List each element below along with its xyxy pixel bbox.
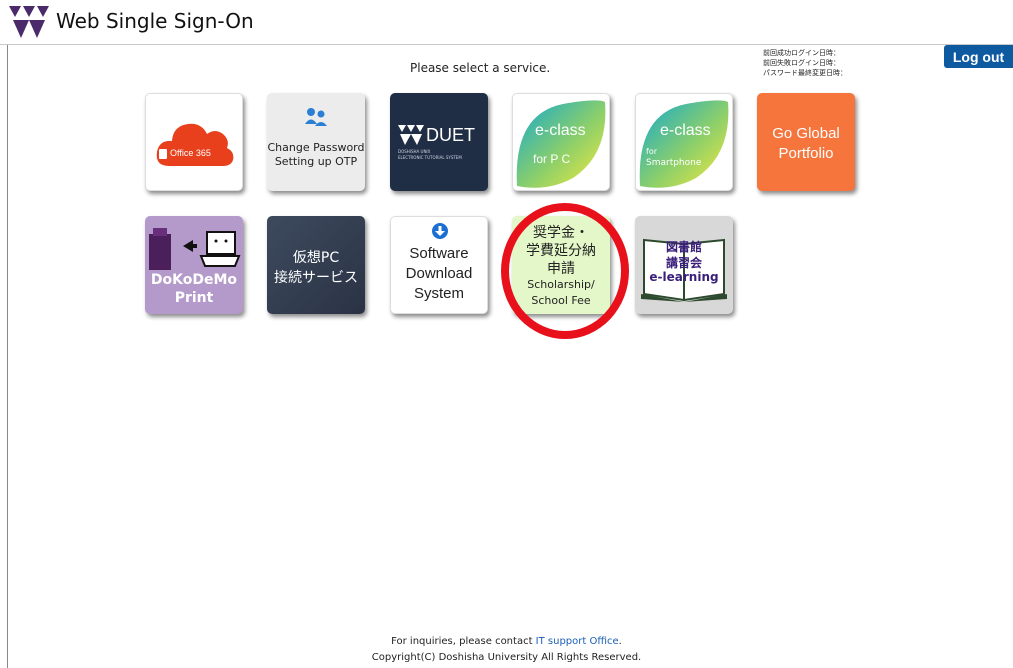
printer-to-pc-icon <box>149 228 241 270</box>
eclass-smartphone-tile[interactable]: e-class for Smartphone <box>635 93 733 191</box>
duet-sub-2: ELECTRONIC TUTORIAL SYSTEM <box>398 155 462 160</box>
setup-otp-label: Setting up OTP <box>274 155 358 168</box>
last-failed-login: 前回失敗ログイン日時： <box>763 59 840 67</box>
scholarship-line-4: Scholarship/ <box>527 278 595 291</box>
eclass-sp-for: for <box>646 147 657 156</box>
duet-sub-1: DOSHISHA UNIX <box>398 149 431 154</box>
eclass-sp-smartphone: Smartphone <box>646 158 702 168</box>
eclass-sp-title: e-class <box>660 122 711 139</box>
connection-service-label: 接続サービス <box>274 270 358 286</box>
footer-copyright: Copyright(C) Doshisha University All Rig… <box>371 652 642 663</box>
service-instruction: Please select a service. <box>410 61 551 75</box>
go-global-label: Go Global <box>772 125 840 142</box>
system-label: System <box>413 285 464 302</box>
last-success-login: 前回成功ログイン日時： <box>763 49 840 57</box>
it-support-link[interactable]: IT support Office <box>536 636 619 647</box>
dokodemo-print-tile[interactable]: DoKoDeMo Print <box>145 216 243 314</box>
software-label: Software <box>409 245 469 262</box>
inquiry-prefix: For inquiries, please contact <box>391 636 536 647</box>
scholarship-line-3: 申請 <box>547 261 575 277</box>
download-icon <box>432 223 448 239</box>
duet-tile[interactable]: DUET DOSHISHA UNIX ELECTRONIC TUTORIAL S… <box>390 93 488 191</box>
leaf-graphic <box>516 100 606 188</box>
scholarship-line-1: 奨学金・ <box>533 225 589 241</box>
office-logo-icon <box>159 149 167 159</box>
change-password-tile[interactable]: Change Password Setting up OTP <box>267 93 365 191</box>
library-line-2: 講習会 <box>665 256 702 270</box>
go-global-tile[interactable]: Go Global Portfolio <box>757 93 855 191</box>
scholarship-tile[interactable]: 奨学金・ 学費延分納 申請 Scholarship/ School Fee <box>512 216 610 314</box>
duet-logo-icon <box>398 125 424 145</box>
change-password-label: Change Password <box>267 141 365 154</box>
eclass-pc-title: e-class <box>535 122 586 139</box>
scholarship-line-5: School Fee <box>531 294 591 307</box>
library-line-3: e-learning <box>649 270 719 284</box>
scholarship-line-2: 学費延分納 <box>526 243 596 259</box>
window-left-border <box>7 0 8 668</box>
eclass-pc-tile[interactable]: e-class for P C <box>512 93 610 191</box>
print-label: Print <box>174 290 214 306</box>
inquiry-suffix: . <box>618 636 622 647</box>
users-icon <box>305 108 327 126</box>
virtual-pc-tile[interactable]: 仮想PC 接続サービス <box>267 216 365 314</box>
app-title: Web Single Sign-On <box>56 9 254 33</box>
cloud-icon <box>156 123 234 166</box>
duet-label: DUET <box>426 125 475 145</box>
eclass-pc-sub: for P C <box>533 152 571 166</box>
logout-button[interactable]: Log out <box>944 45 1013 68</box>
library-elearning-tile[interactable]: 図書館 講習会 e-learning <box>635 216 733 314</box>
office365-label: Office 365 <box>170 148 211 158</box>
virtual-pc-label: 仮想PC <box>292 250 340 266</box>
portfolio-label: Portfolio <box>778 145 834 162</box>
doshisha-logo <box>9 6 49 38</box>
office365-tile[interactable]: Office 365 <box>145 93 243 191</box>
dokodemo-label: DoKoDeMo <box>150 272 238 288</box>
footer-inquiry: For inquiries, please contact IT support… <box>0 636 1013 647</box>
library-line-1: 図書館 <box>665 240 702 254</box>
header-bar: Web Single Sign-On <box>0 0 1013 45</box>
software-download-tile[interactable]: Software Download System <box>390 216 488 314</box>
download-label: Download <box>405 265 473 282</box>
login-info: 前回成功ログイン日時： 前回失敗ログイン日時： パスワード最終変更日時： <box>763 48 847 78</box>
password-changed: パスワード最終変更日時： <box>763 69 847 77</box>
leaf-graphic <box>639 100 729 188</box>
